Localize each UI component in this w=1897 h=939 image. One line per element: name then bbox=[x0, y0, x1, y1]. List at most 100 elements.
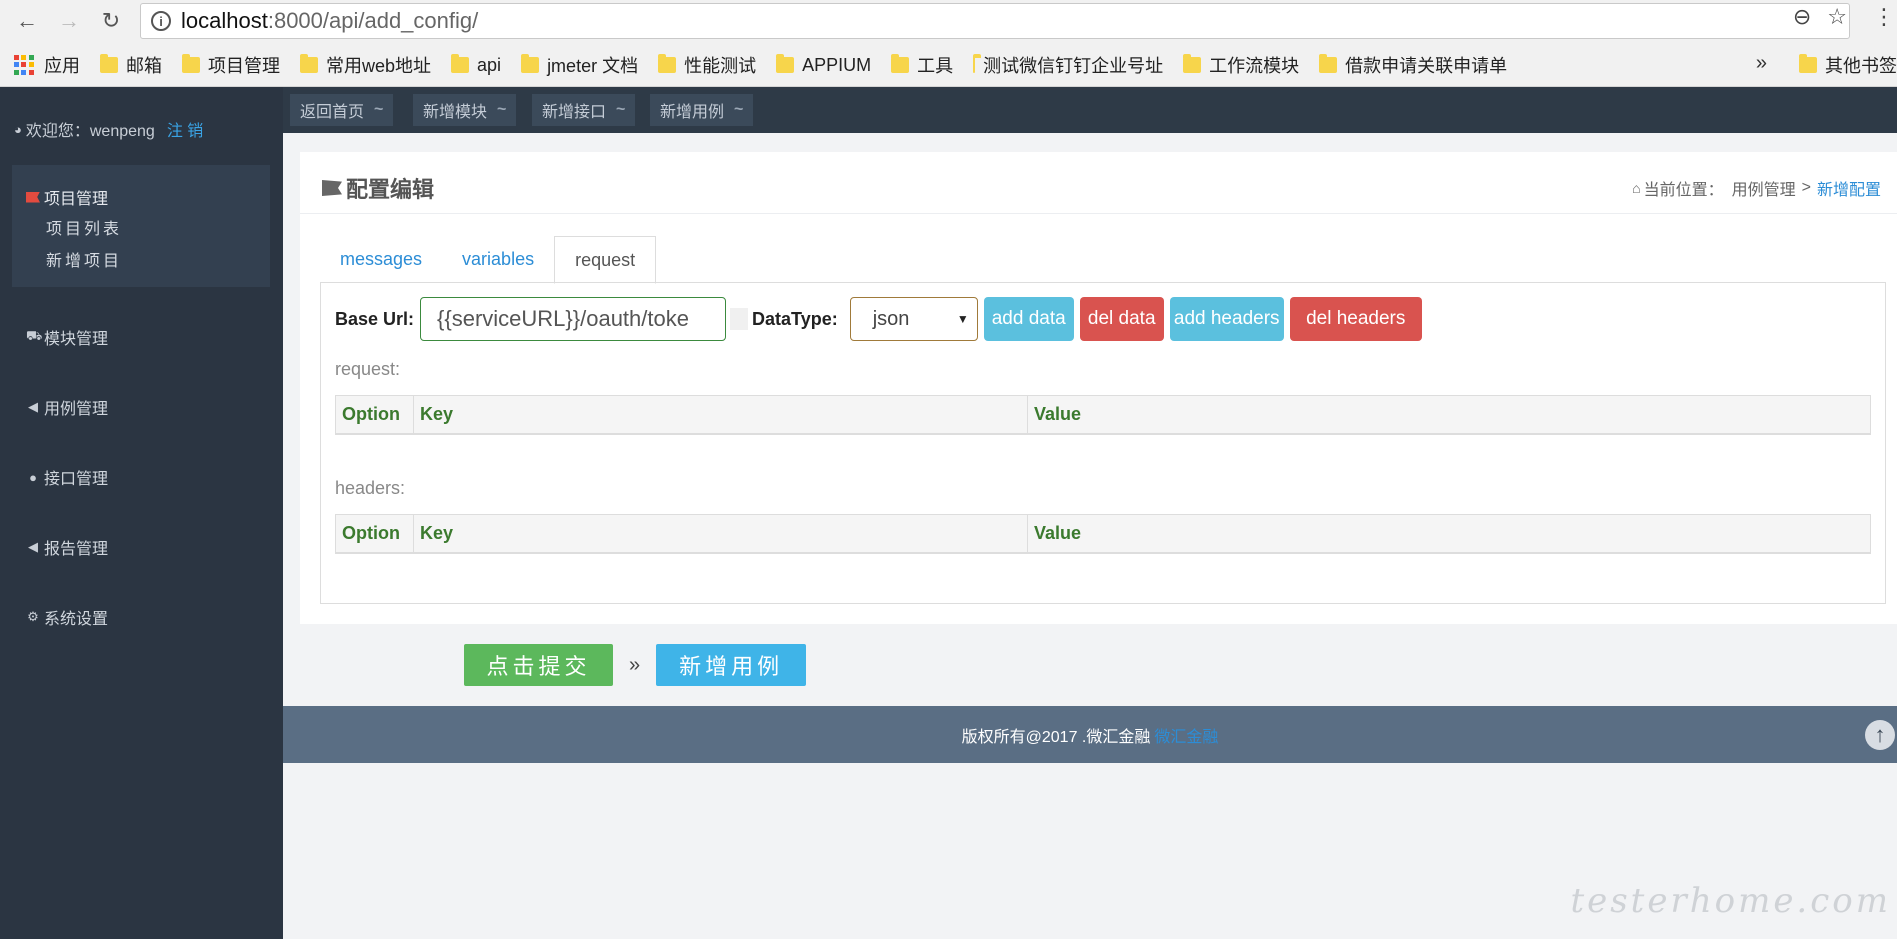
logout-link[interactable]: 注 销 bbox=[167, 117, 203, 141]
sidebar-item-label: 用例管理 bbox=[44, 401, 109, 418]
bookmark-folder[interactable]: 项目管理 bbox=[182, 52, 280, 78]
gears-icon: ⚙ bbox=[27, 609, 39, 624]
bookmark-folder[interactable]: 工作流模块 bbox=[1183, 52, 1299, 78]
submit-button[interactable]: 点击提交 bbox=[464, 644, 613, 686]
address-bar[interactable]: i localhost:8000/api/add_config/ bbox=[140, 3, 1850, 39]
sidebar: ◕ 欢迎您：wenpeng 注 销 项目管理 项目列表 新增项目 ⛟ 模块管理 ◀… bbox=[0, 87, 283, 939]
project-menu-group: 项目管理 项目列表 新增项目 bbox=[12, 165, 270, 287]
add-case-button[interactable]: 新增用例 ~ bbox=[650, 94, 754, 126]
bookmark-folder[interactable]: 性能测试 bbox=[658, 52, 756, 78]
breadcrumb-parent[interactable]: 用例管理 bbox=[1732, 176, 1796, 200]
bookmark-folder[interactable]: jmeter 文档 bbox=[521, 52, 638, 78]
folder-icon bbox=[300, 54, 318, 73]
add-api-button[interactable]: 新增接口 ~ bbox=[532, 94, 636, 126]
bookmark-folder[interactable]: 借款申请关联申请单 bbox=[1319, 52, 1507, 78]
bookmark-label: 借款申请关联申请单 bbox=[1345, 56, 1508, 76]
flag-icon bbox=[26, 191, 40, 203]
info-icon[interactable]: i bbox=[151, 11, 171, 31]
button-label: 新增模块 bbox=[423, 104, 488, 121]
tab-messages[interactable]: messages bbox=[320, 235, 442, 283]
add-data-button[interactable]: add data bbox=[983, 297, 1074, 341]
sidebar-item-api-mgmt[interactable]: ● 接口管理 bbox=[26, 465, 108, 489]
bookmark-folder[interactable]: api bbox=[451, 54, 501, 76]
folder-icon bbox=[891, 54, 910, 73]
sidebar-item-report-mgmt[interactable]: ◀ 报告管理 bbox=[26, 535, 108, 559]
folder-icon bbox=[973, 54, 982, 73]
folder-icon bbox=[776, 54, 795, 73]
welcome-text: 欢迎您：wenpeng bbox=[25, 123, 155, 140]
add-module-button[interactable]: 新增模块 ~ bbox=[413, 94, 517, 126]
sidebar-item-project-list[interactable]: 项目列表 bbox=[46, 215, 122, 239]
bookmark-label: 应用 bbox=[44, 56, 80, 76]
folder-icon bbox=[658, 54, 677, 73]
button-label: 返回首页 bbox=[300, 104, 365, 121]
datatype-label: DataType: bbox=[752, 308, 838, 329]
apps-grid-icon bbox=[14, 55, 34, 75]
zoom-icon[interactable]: ⊖ bbox=[1793, 4, 1811, 30]
base-url-input[interactable]: {{serviceURL}}/oauth/toke bbox=[420, 297, 727, 341]
column-header-key: Key bbox=[414, 396, 1028, 433]
flag-icon bbox=[322, 180, 342, 196]
tab-variables[interactable]: variables bbox=[442, 235, 554, 283]
button-label: 新增接口 bbox=[542, 104, 607, 121]
bookmark-folder[interactable]: 常用web地址 bbox=[300, 52, 431, 78]
breadcrumb-separator: > bbox=[1801, 179, 1811, 196]
back-to-top-icon[interactable]: ↑ bbox=[1865, 720, 1895, 750]
bookmark-folder[interactable]: 邮箱 bbox=[100, 52, 162, 78]
menu-icon[interactable]: ⋮ bbox=[1873, 4, 1895, 30]
forward-arrow-icon[interactable]: → bbox=[54, 6, 84, 36]
new-case-button[interactable]: 新增用例 bbox=[656, 644, 807, 686]
page-title: 配置编辑 bbox=[322, 172, 434, 204]
home-button[interactable]: 返回首页 ~ bbox=[290, 94, 394, 126]
url-path: :8000/api/add_config/ bbox=[267, 8, 479, 33]
sidebar-item-project-mgmt[interactable]: 项目管理 bbox=[26, 185, 108, 209]
add-headers-button[interactable]: add headers bbox=[1169, 297, 1284, 341]
volume-icon: ◀ bbox=[28, 539, 38, 554]
bookmark-folder[interactable]: APPIUM bbox=[776, 54, 872, 76]
bookmark-label: 工作流模块 bbox=[1209, 56, 1300, 76]
bookmark-folder[interactable]: 工具 bbox=[891, 52, 953, 78]
reload-icon[interactable]: ↻ bbox=[96, 6, 126, 36]
tab-request[interactable]: request bbox=[554, 236, 657, 284]
bookmarks-bar: 应用 邮箱 项目管理 常用web地址 api jmeter 文档 性能测试 AP… bbox=[0, 48, 1897, 82]
raquo-separator: » bbox=[629, 653, 641, 676]
other-bookmarks-label: 其他书签 bbox=[1825, 56, 1897, 76]
breadcrumb-current[interactable]: 新增配置 bbox=[1817, 176, 1881, 200]
tilde-icon: ~ bbox=[734, 101, 744, 118]
folder-icon bbox=[182, 54, 200, 73]
config-panel: 配置编辑 ⌂ 当前位置： 用例管理 > 新增配置 messages variab… bbox=[300, 152, 1897, 624]
breadcrumb: ⌂ 当前位置： 用例管理 > 新增配置 bbox=[1632, 176, 1881, 200]
bookmark-label: APPIUM bbox=[802, 54, 872, 75]
bookmark-label: 性能测试 bbox=[684, 56, 757, 76]
sidebar-item-module-mgmt[interactable]: ⛟ 模块管理 bbox=[26, 325, 108, 349]
datatype-select[interactable]: json ▼ bbox=[849, 297, 978, 341]
bookmark-apps[interactable]: 应用 bbox=[14, 52, 80, 78]
cart-icon: ⛟ bbox=[26, 328, 43, 343]
sidebar-item-system-settings[interactable]: ⚙ 系统设置 bbox=[26, 605, 108, 629]
button-label: 新增用例 bbox=[660, 104, 725, 121]
browser-chrome: ← → ↻ i localhost:8000/api/add_config/ ⊖… bbox=[0, 0, 1897, 87]
del-data-button[interactable]: del data bbox=[1079, 297, 1164, 341]
bookmarks-more-button[interactable]: » bbox=[1756, 52, 1767, 75]
del-headers-button[interactable]: del headers bbox=[1289, 297, 1422, 341]
column-header-value: Value bbox=[1034, 404, 1082, 424]
sidebar-item-label: 接口管理 bbox=[44, 471, 109, 488]
footer-link[interactable]: 微汇金融 bbox=[1154, 723, 1218, 747]
back-arrow-icon[interactable]: ← bbox=[12, 6, 42, 36]
other-bookmarks[interactable]: 其他书签 bbox=[1799, 48, 1897, 82]
volume-icon: ◀ bbox=[28, 399, 38, 414]
sidebar-item-new-project[interactable]: 新增项目 bbox=[46, 247, 122, 271]
request-table-header: Option Key Value bbox=[335, 395, 1871, 435]
form-actions: 点击提交 » 新增用例 bbox=[464, 644, 807, 686]
request-section-label: request: bbox=[335, 359, 401, 379]
bookmark-label: 工具 bbox=[917, 56, 954, 76]
folder-icon bbox=[100, 54, 118, 73]
column-header-value: Value bbox=[1034, 523, 1082, 543]
star-icon[interactable]: ☆ bbox=[1827, 4, 1847, 30]
headers-section-label: headers: bbox=[335, 478, 406, 498]
folder-icon bbox=[1319, 54, 1338, 73]
sidebar-item-label: 模块管理 bbox=[44, 331, 109, 348]
sidebar-item-case-mgmt[interactable]: ◀ 用例管理 bbox=[26, 395, 108, 419]
bookmark-folder[interactable]: 测试微信钉钉企业号址 bbox=[973, 52, 1163, 78]
panel-header: 配置编辑 ⌂ 当前位置： 用例管理 > 新增配置 bbox=[300, 152, 1897, 214]
